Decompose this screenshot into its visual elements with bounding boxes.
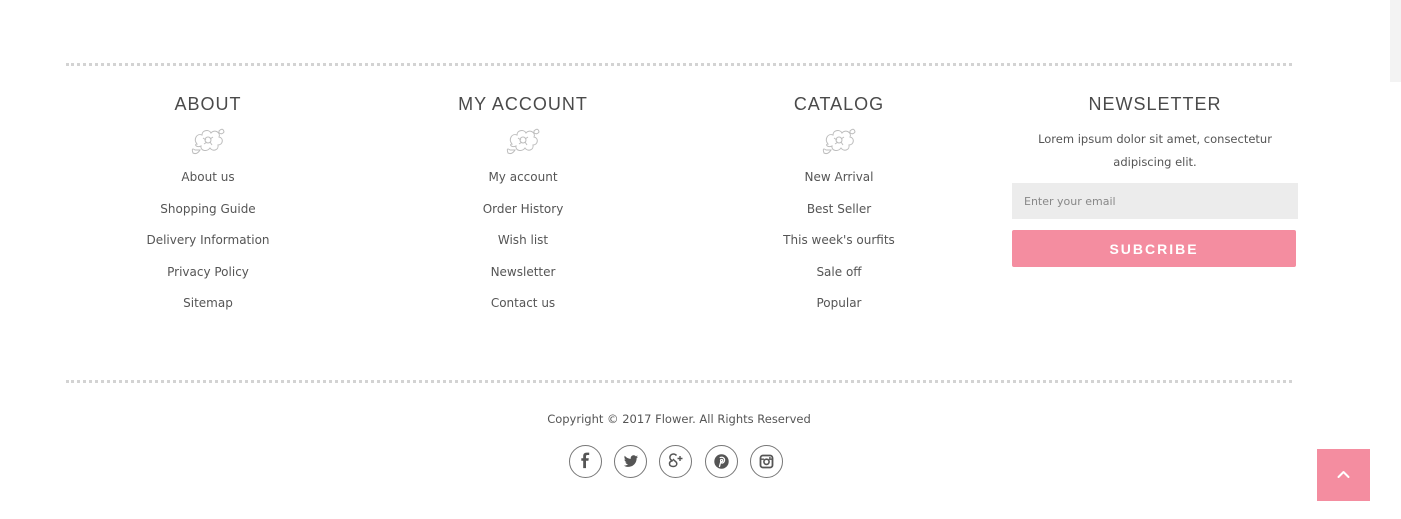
footer-link-wish-list[interactable]: Wish list (403, 228, 643, 260)
footer-link-this-weeks-outfits[interactable]: This week's ourfits (719, 228, 959, 260)
footer-link-sale-off[interactable]: Sale off (719, 260, 959, 292)
pinterest-link[interactable] (705, 445, 738, 478)
instagram-link[interactable] (750, 445, 783, 478)
catalog-links: New Arrival Best Seller This week's ourf… (719, 165, 959, 323)
footer-column-about: ABOUT About us Shopping Guide Delivery I… (88, 92, 328, 323)
instagram-icon (759, 454, 774, 469)
about-links: About us Shopping Guide Delivery Informa… (88, 165, 328, 323)
page-edge-shade (1390, 0, 1401, 82)
footer-link-my-account[interactable]: My account (403, 165, 643, 197)
footer-link-privacy-policy[interactable]: Privacy Policy (88, 260, 328, 292)
social-links (567, 445, 787, 480)
footer-link-about-us[interactable]: About us (88, 165, 328, 197)
google-plus-icon (668, 453, 683, 468)
flower-icon (191, 128, 225, 155)
subscribe-button[interactable]: SUBCRIBE (1012, 230, 1296, 267)
flower-icon (506, 128, 540, 155)
my-account-links: My account Order History Wish list Newsl… (403, 165, 643, 323)
copyright-text: Copyright © 2017 Flower. All Rights Rese… (547, 412, 811, 426)
footer-divider-bottom (66, 380, 1292, 383)
footer-link-new-arrival[interactable]: New Arrival (719, 165, 959, 197)
column-title: CATALOG (793, 94, 885, 114)
google-plus-link[interactable] (659, 445, 692, 478)
back-to-top-button[interactable] (1317, 449, 1370, 501)
twitter-link[interactable] (614, 445, 647, 478)
flower-icon (822, 128, 856, 155)
chevron-up-icon (1337, 471, 1350, 478)
footer-column-newsletter: NEWSLETTER Lorem ipsum dolor sit amet, c… (1012, 92, 1298, 267)
newsletter-title: NEWSLETTER (1088, 94, 1222, 114)
footer-link-order-history[interactable]: Order History (403, 197, 643, 229)
pinterest-icon (714, 454, 729, 469)
column-title: ABOUT (174, 94, 242, 114)
newsletter-description: Lorem ipsum dolor sit amet, consectetur … (1038, 132, 1272, 169)
footer-link-contact-us[interactable]: Contact us (403, 291, 643, 323)
footer-link-popular[interactable]: Popular (719, 291, 959, 323)
footer-link-newsletter[interactable]: Newsletter (403, 260, 643, 292)
footer-column-my-account: MY ACCOUNT My account Order History Wish… (403, 92, 643, 323)
footer-link-shopping-guide[interactable]: Shopping Guide (88, 197, 328, 229)
footer-link-delivery-information[interactable]: Delivery Information (88, 228, 328, 260)
twitter-icon (623, 455, 638, 467)
footer-link-sitemap[interactable]: Sitemap (88, 291, 328, 323)
footer-column-catalog: CATALOG New Arrival Best Seller This wee… (719, 92, 959, 323)
column-title: MY ACCOUNT (458, 94, 588, 114)
facebook-icon (581, 452, 590, 469)
footer-link-best-seller[interactable]: Best Seller (719, 197, 959, 229)
facebook-link[interactable] (569, 445, 602, 478)
newsletter-email-input[interactable] (1012, 183, 1298, 219)
footer-divider-top (66, 63, 1292, 66)
